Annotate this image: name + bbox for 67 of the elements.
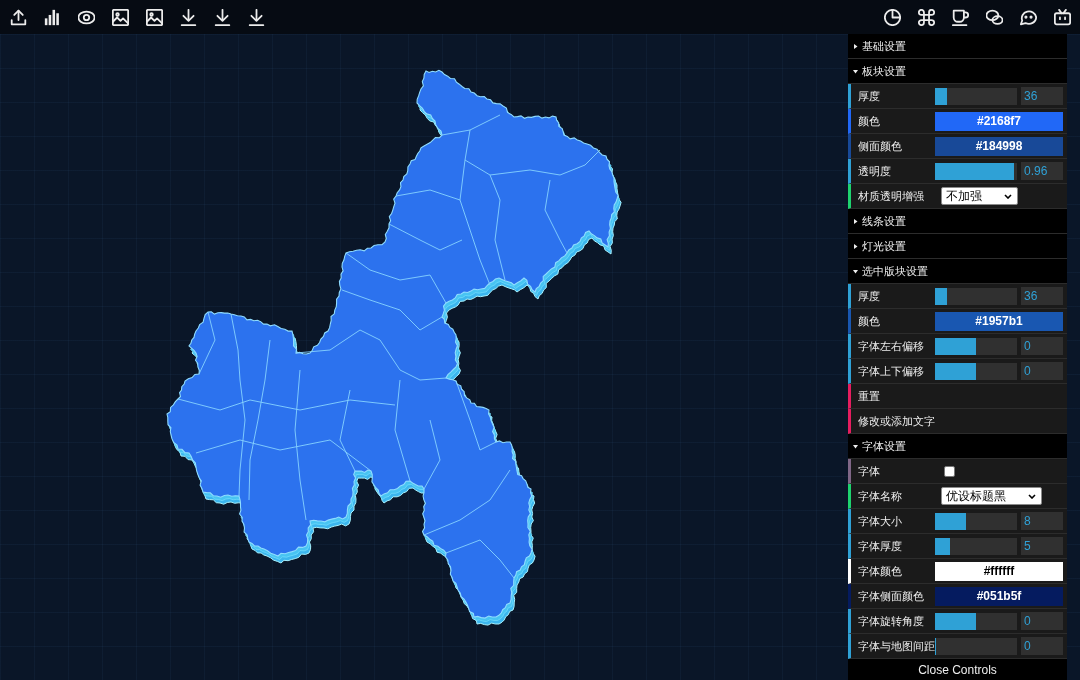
control-label: 字体与地图间距 — [858, 638, 935, 654]
command-icon[interactable] — [918, 8, 935, 26]
slider-track[interactable] — [935, 287, 1017, 305]
coffee-cup-icon[interactable] — [952, 8, 969, 26]
control-label: 字体上下偏移 — [858, 363, 925, 379]
checkbox[interactable] — [944, 465, 955, 477]
control-label: 透明度 — [858, 163, 892, 179]
folder-title[interactable]: 板块设置 — [848, 59, 1067, 84]
tv-icon[interactable] — [1054, 8, 1071, 26]
color-field[interactable]: #051b5f — [935, 586, 1063, 606]
number-field[interactable]: 0 — [1021, 337, 1063, 355]
folder-title[interactable]: 选中版块设置 — [848, 259, 1067, 284]
color-field[interactable]: #184998 — [935, 136, 1063, 156]
control-label: 字体厚度 — [858, 538, 903, 554]
control-label: 厚度 — [858, 288, 881, 304]
control-label: 侧面颜色 — [858, 138, 903, 154]
control-label: 颜色 — [858, 113, 881, 129]
folder-title[interactable]: 灯光设置 — [848, 234, 1067, 259]
slider-track[interactable] — [935, 337, 1017, 355]
chevron-down-icon — [1004, 193, 1012, 199]
slider-track[interactable] — [935, 612, 1017, 630]
color-field[interactable]: #ffffff — [935, 561, 1063, 581]
color-field[interactable]: #2168f7 — [935, 111, 1063, 131]
chat-bubble-icon[interactable] — [1020, 8, 1037, 26]
number-field[interactable]: 36 — [1021, 87, 1063, 105]
download-icon[interactable] — [248, 8, 265, 26]
control-label: 字体大小 — [858, 513, 903, 529]
image-icon[interactable] — [112, 8, 129, 26]
close-controls-button[interactable]: Close Controls — [848, 659, 1067, 680]
control-label: 字体左右偏移 — [858, 338, 925, 354]
number-field[interactable]: 0 — [1021, 612, 1063, 630]
number-field[interactable]: 36 — [1021, 287, 1063, 305]
control-label: 字体旋转角度 — [858, 613, 925, 629]
slider-track[interactable] — [935, 537, 1017, 555]
slider-track[interactable] — [935, 637, 1017, 655]
eye-icon[interactable] — [78, 8, 95, 26]
number-field[interactable]: 0.96 — [1021, 162, 1063, 180]
slider-track[interactable] — [935, 87, 1017, 105]
pie-chart-icon[interactable] — [884, 8, 901, 26]
chat-bubbles-icon[interactable] — [986, 8, 1003, 26]
number-field[interactable]: 8 — [1021, 512, 1063, 530]
folder-title[interactable]: 基础设置 — [848, 34, 1067, 59]
color-field[interactable]: #1957b1 — [935, 311, 1063, 331]
select-field[interactable]: 优设标题黑 — [941, 487, 1042, 505]
upload-icon[interactable] — [10, 8, 27, 26]
download-icon[interactable] — [214, 8, 231, 26]
control-label: 字体 — [858, 463, 881, 479]
image-icon[interactable] — [146, 8, 163, 26]
number-field[interactable]: 0 — [1021, 362, 1063, 380]
control-label: 厚度 — [858, 88, 881, 104]
slider-track[interactable] — [935, 362, 1017, 380]
control-label: 材质透明增强 — [858, 188, 925, 204]
number-field[interactable]: 5 — [1021, 537, 1063, 555]
bar-chart-icon[interactable] — [44, 8, 61, 26]
action-item[interactable]: 重置 — [848, 384, 1067, 409]
action-item[interactable]: 修改或添加文字 — [848, 409, 1067, 434]
control-label: 字体颜色 — [858, 563, 903, 579]
chevron-down-icon — [1028, 493, 1036, 499]
folder-title[interactable]: 字体设置 — [848, 434, 1067, 459]
control-label: 字体侧面颜色 — [858, 588, 925, 604]
control-label: 字体名称 — [858, 488, 903, 504]
select-field[interactable]: 不加强 — [941, 187, 1018, 205]
number-field[interactable]: 0 — [1021, 637, 1063, 655]
slider-track[interactable] — [935, 512, 1017, 530]
folder-title[interactable]: 线条设置 — [848, 209, 1067, 234]
control-label: 颜色 — [858, 313, 881, 329]
download-icon[interactable] — [180, 8, 197, 26]
